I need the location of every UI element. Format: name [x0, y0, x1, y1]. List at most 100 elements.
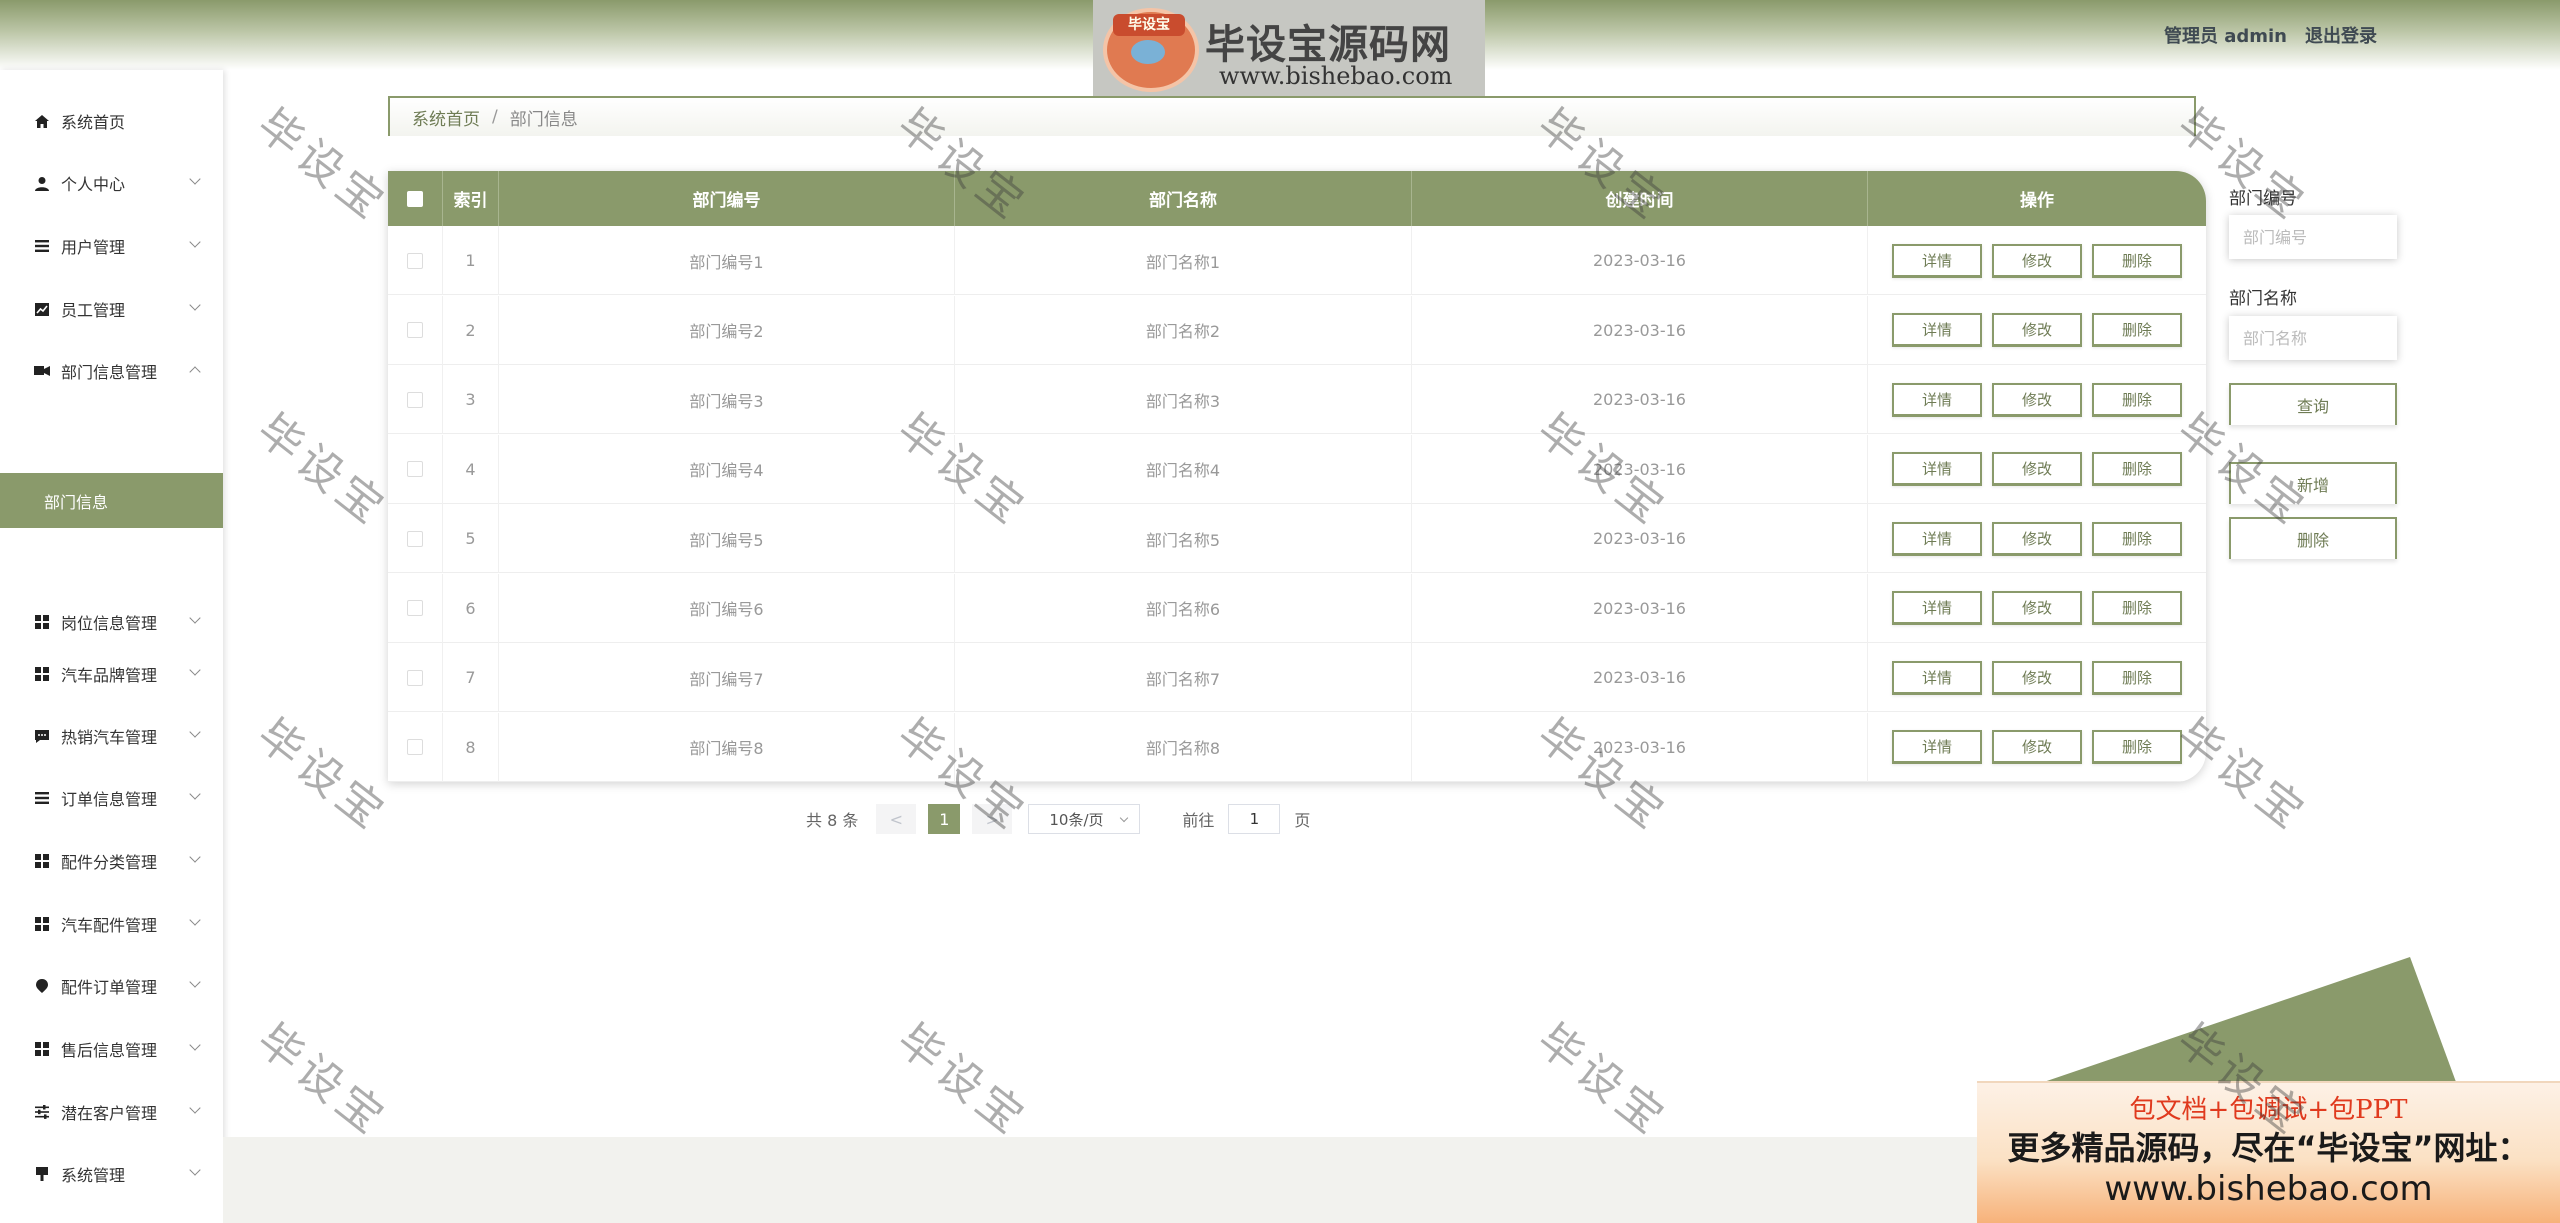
- watermark-text: 毕设宝: [247, 404, 398, 537]
- delete-row-button[interactable]: 删除: [2092, 452, 2182, 486]
- detail-button[interactable]: 详情: [1892, 382, 1982, 417]
- row-actions: 详情 修改 删除: [1868, 435, 2206, 504]
- row-checkbox[interactable]: [407, 600, 423, 616]
- table-row: 8 部门编号8 部门名称8 2023-03-16 详情 修改 删除: [388, 712, 2206, 782]
- page-unit-label: 页: [1294, 811, 1311, 830]
- sidebar-item-car-brands[interactable]: 汽车品牌管理: [0, 654, 223, 694]
- row-checkbox[interactable]: [407, 739, 423, 755]
- detail-button[interactable]: 详情: [1892, 521, 1982, 556]
- sidebar-item-positions[interactable]: 岗位信息管理: [0, 602, 223, 642]
- prev-page-button[interactable]: <: [876, 804, 917, 834]
- site-logo-watermark: 毕设宝 毕设宝源码网 www.bishebao.com: [1093, 0, 1485, 97]
- sidebar-item-label: 部门信息管理: [61, 363, 158, 382]
- edit-button[interactable]: 修改: [1992, 730, 2082, 764]
- row-checkbox[interactable]: [407, 530, 423, 547]
- edit-button[interactable]: 修改: [1992, 452, 2082, 486]
- add-button[interactable]: 新增: [2229, 462, 2397, 504]
- sliders-icon: [33, 1104, 51, 1120]
- page-number-button[interactable]: 1: [928, 804, 961, 834]
- sidebar-item-car-parts[interactable]: 汽车配件管理: [0, 904, 223, 944]
- next-page-button[interactable]: >: [972, 804, 1013, 834]
- delete-row-button[interactable]: 删除: [2092, 660, 2182, 695]
- sidebar-item-prospects[interactable]: 潜在客户管理: [0, 1092, 223, 1132]
- logout-link[interactable]: 退出登录: [2305, 22, 2377, 48]
- row-dept-code: 部门编号1: [499, 226, 955, 295]
- sidebar-item-orders[interactable]: 订单信息管理: [0, 778, 223, 818]
- edit-button[interactable]: 修改: [1992, 382, 2082, 417]
- detail-button[interactable]: 详情: [1892, 452, 1982, 486]
- select-all-checkbox[interactable]: [407, 190, 423, 207]
- query-button[interactable]: 查询: [2229, 383, 2397, 425]
- chevron-down-icon: [189, 788, 201, 800]
- goto-label: 前往: [1182, 811, 1215, 830]
- delete-row-button[interactable]: 删除: [2092, 521, 2182, 556]
- sidebar-item-label: 配件订单管理: [61, 978, 158, 997]
- sidebar-item-part-categories[interactable]: 配件分类管理: [0, 841, 223, 881]
- page-size-select[interactable]: 10条/页: [1028, 804, 1141, 834]
- row-dept-name: 部门名称8: [955, 712, 1412, 782]
- table-row: 6 部门编号6 部门名称6 2023-03-16 详情 修改 删除: [388, 573, 2206, 643]
- detail-button[interactable]: 详情: [1892, 243, 1982, 278]
- sidebar-item-part-orders[interactable]: 配件订单管理: [0, 966, 223, 1006]
- goto-page-input[interactable]: [1228, 804, 1281, 834]
- detail-button[interactable]: 详情: [1892, 730, 1982, 764]
- sidebar-item-hot-cars[interactable]: 热销汽车管理: [0, 716, 223, 756]
- chevron-down-icon: [189, 914, 201, 926]
- grid-icon: [33, 666, 51, 682]
- search-name-label: 部门名称: [2229, 289, 2297, 309]
- sidebar-item-label: 汽车品牌管理: [61, 666, 158, 685]
- chevron-down-icon: [189, 1039, 201, 1051]
- sidebar-item-profile[interactable]: 个人中心: [0, 163, 223, 203]
- sidebar-item-label: 售后信息管理: [61, 1041, 158, 1060]
- sidebar-item-department[interactable]: 部门信息管理: [0, 351, 223, 391]
- edit-button[interactable]: 修改: [1992, 660, 2082, 695]
- sidebar-item-system[interactable]: 系统管理: [0, 1154, 223, 1194]
- delete-row-button[interactable]: 删除: [2092, 313, 2182, 347]
- row-dept-name: 部门名称4: [955, 434, 1412, 504]
- dept-name-input[interactable]: [2229, 316, 2397, 360]
- row-created-at: 2023-03-16: [1412, 712, 1868, 782]
- sidebar-item-users[interactable]: 用户管理: [0, 226, 223, 266]
- user-icon: [33, 175, 51, 191]
- table-row: 7 部门编号7 部门名称7 2023-03-16 详情 修改 删除: [388, 643, 2206, 712]
- promo-line-3: www.bishebao.com: [2104, 1169, 2433, 1209]
- row-checkbox[interactable]: [407, 322, 423, 338]
- detail-button[interactable]: 详情: [1892, 313, 1982, 347]
- table-header: 索引 部门编号 部门名称 创建时间 操作: [388, 171, 2206, 226]
- detail-button[interactable]: 详情: [1892, 591, 1982, 625]
- pagination: 共 8 条 < 1 > 10条/页 前往 页: [806, 803, 1310, 835]
- edit-button[interactable]: 修改: [1992, 521, 2082, 556]
- sidebar-item-home[interactable]: 系统首页: [0, 101, 223, 141]
- edit-button[interactable]: 修改: [1992, 243, 2082, 278]
- delete-row-button[interactable]: 删除: [2092, 382, 2182, 417]
- grid-icon: [33, 1041, 51, 1057]
- detail-button[interactable]: 详情: [1892, 660, 1982, 695]
- pagination-total: 共 8 条: [806, 811, 859, 830]
- row-created-at: 2023-03-16: [1412, 295, 1868, 365]
- row-checkbox[interactable]: [407, 391, 423, 408]
- row-checkbox[interactable]: [407, 461, 423, 477]
- promo-banner: 包文档+包调试+包PPT 更多精品源码，尽在“毕设宝”网址： www.bishe…: [1977, 1081, 2560, 1223]
- edit-button[interactable]: 修改: [1992, 313, 2082, 347]
- row-checkbox[interactable]: [407, 252, 423, 269]
- delete-row-button[interactable]: 删除: [2092, 591, 2182, 625]
- sidebar-item-after-sales[interactable]: 售后信息管理: [0, 1029, 223, 1069]
- logo-url: www.bishebao.com: [1219, 62, 1453, 90]
- row-checkbox[interactable]: [407, 669, 423, 686]
- row-actions: 详情 修改 删除: [1868, 713, 2206, 782]
- edit-button[interactable]: 修改: [1992, 591, 2082, 625]
- sidebar-subitem-department-info[interactable]: 部门信息: [0, 473, 223, 528]
- department-table: 索引 部门编号 部门名称 创建时间 操作 1 部门编号1 部门名称1 2023-…: [388, 171, 2206, 782]
- delete-row-button[interactable]: 删除: [2092, 243, 2182, 278]
- row-select-cell: [388, 226, 443, 295]
- sidebar-item-employees[interactable]: 员工管理: [0, 289, 223, 329]
- row-actions: 详情 修改 删除: [1868, 365, 2206, 434]
- breadcrumb-home-link[interactable]: 系统首页: [412, 105, 480, 130]
- row-actions: 详情 修改 删除: [1868, 574, 2206, 643]
- header-created-at: 创建时间: [1412, 171, 1868, 226]
- dept-code-input[interactable]: [2229, 215, 2397, 259]
- delete-row-button[interactable]: 删除: [2092, 730, 2182, 764]
- chevron-down-icon: [189, 851, 201, 863]
- batch-delete-button[interactable]: 删除: [2229, 517, 2397, 559]
- breadcrumb-separator: /: [492, 107, 498, 127]
